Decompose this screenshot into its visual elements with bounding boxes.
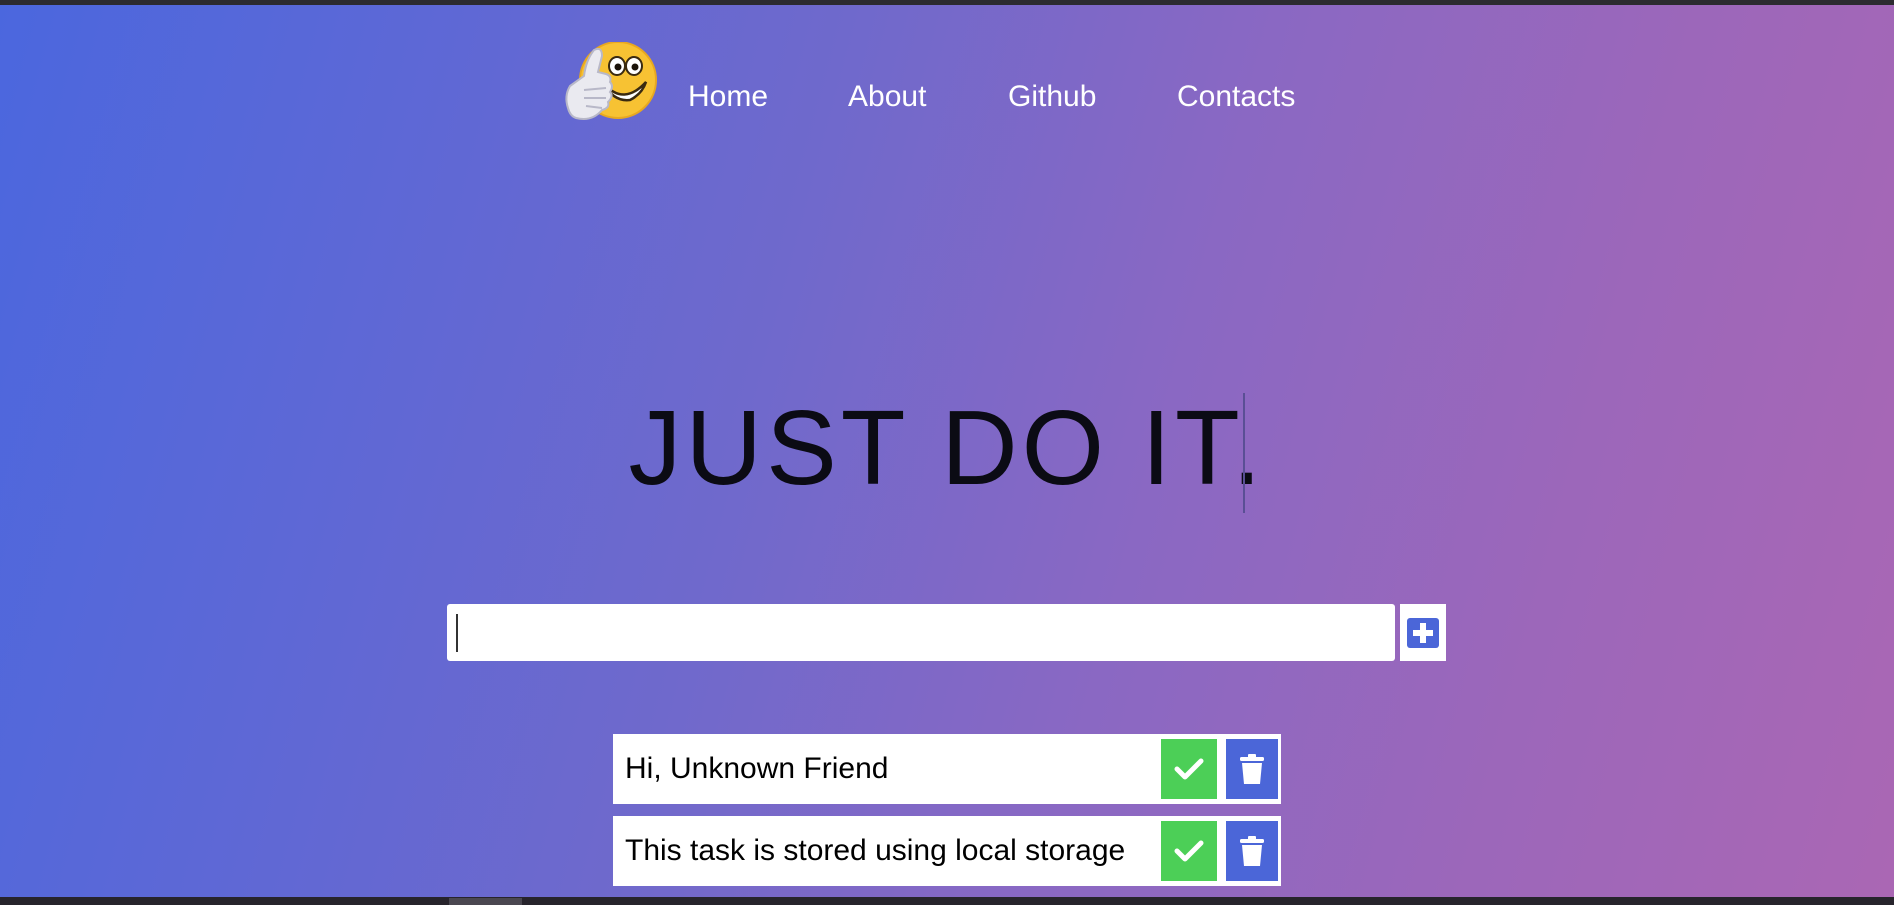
nav-link-contacts[interactable]: Contacts (1177, 80, 1295, 114)
typing-caret (1243, 393, 1245, 513)
thumbs-up-emoji-logo-icon[interactable] (562, 41, 662, 126)
nav-link-about[interactable]: About (848, 80, 926, 114)
horizontal-scrollbar-thumb[interactable] (449, 898, 522, 905)
add-task-button[interactable] (1400, 604, 1446, 661)
complete-task-button[interactable] (1161, 821, 1217, 881)
hero-title: JUST DO IT. (628, 389, 1266, 507)
task-item: Hi, Unknown Friend (613, 734, 1281, 804)
checkmark-icon (1174, 758, 1204, 780)
trash-icon (1240, 754, 1264, 784)
delete-task-button[interactable] (1226, 739, 1278, 799)
task-item: This task is stored using local storage (613, 816, 1281, 886)
task-text: Hi, Unknown Friend (625, 752, 889, 785)
window-bottom-border (0, 897, 1894, 905)
plus-square-icon (1407, 618, 1439, 648)
checkmark-icon (1174, 840, 1204, 862)
task-text: This task is stored using local storage (625, 834, 1126, 867)
new-task-input[interactable] (447, 604, 1395, 661)
delete-task-button[interactable] (1226, 821, 1278, 881)
nav-link-github[interactable]: Github (1008, 80, 1096, 114)
input-text-caret (456, 614, 458, 652)
nav-link-home[interactable]: Home (688, 80, 768, 114)
trash-icon (1240, 836, 1264, 866)
complete-task-button[interactable] (1161, 739, 1217, 799)
